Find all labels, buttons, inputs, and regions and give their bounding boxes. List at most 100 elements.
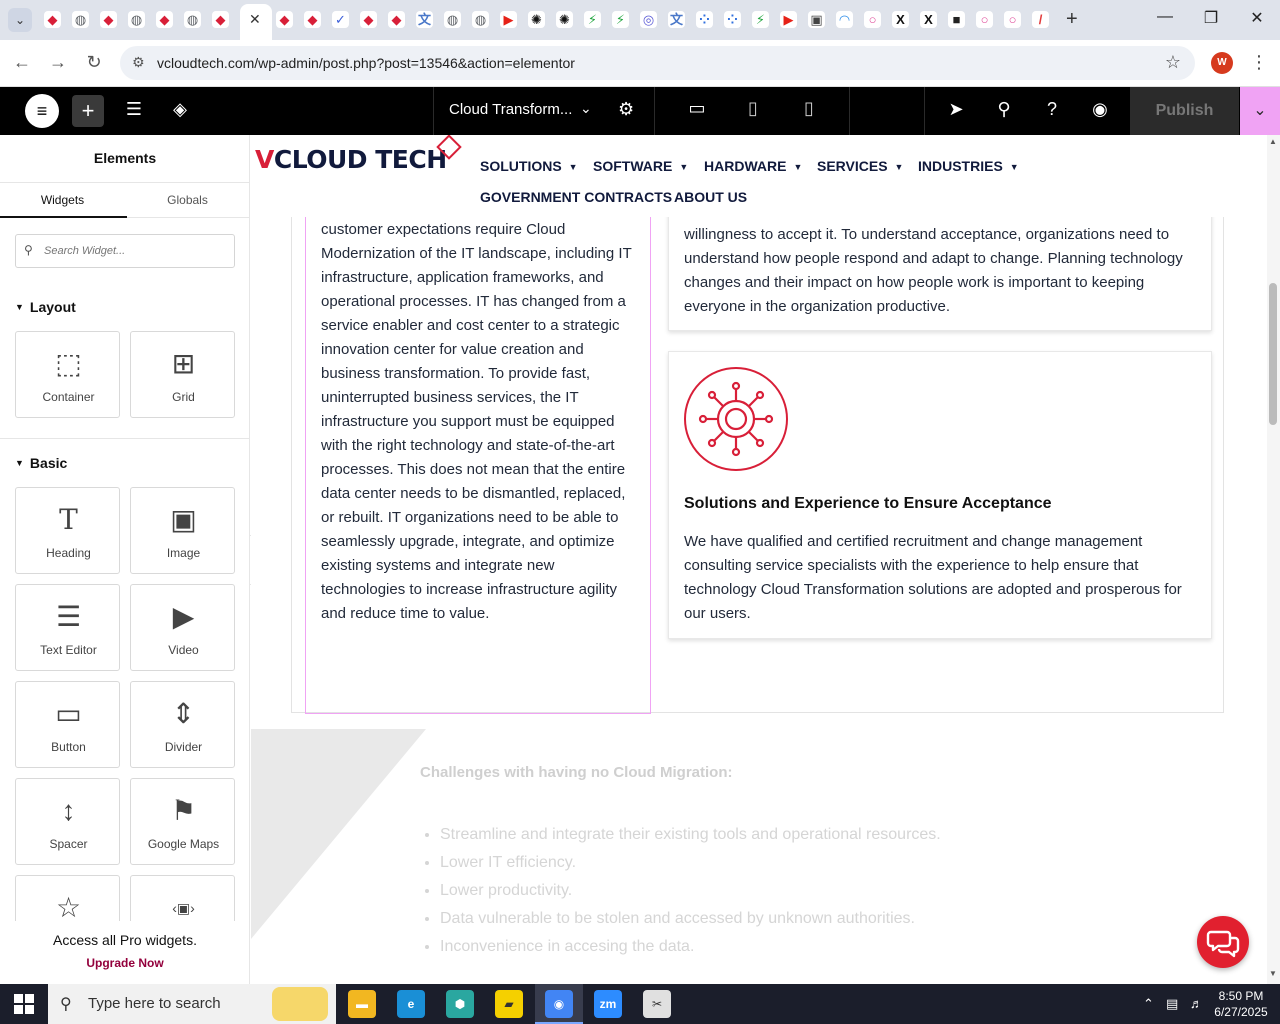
network-icon[interactable]: ▤ [1166,996,1178,1012]
tab-widgets[interactable]: Widgets [0,193,125,207]
canvas-scrollbar[interactable]: ▲ ▼ [1267,135,1280,984]
desktop-view-icon[interactable]: ▭ [677,98,717,124]
menu-item-services[interactable]: SERVICES ▼ [817,158,903,174]
x-icon[interactable]: X [892,11,909,28]
document-settings[interactable]: Cloud Transform... ⌄ ⚙ [433,87,655,135]
bolt-icon[interactable]: ⚡ [752,11,769,28]
red-diamond-icon[interactable]: ◆ [276,11,293,28]
widget-container[interactable]: ⬚ Container [15,331,120,418]
red-diamond-icon[interactable]: ◆ [212,11,229,28]
body-text[interactable]: customer expectations require Cloud Mode… [321,218,641,626]
chrome-icon[interactable]: ◉ [545,990,573,1018]
challenges-section[interactable]: Challenges with having no Cloud Migratio… [251,729,1267,984]
minimize-icon[interactable]: — [1150,8,1180,26]
taskbar-search-placeholder[interactable]: Type here to search [88,995,221,1012]
widget-divider[interactable]: ⇕ Divider [130,681,235,768]
ring-icon[interactable]: ○ [976,11,993,28]
page-settings-gear-icon[interactable]: ⚙ [618,99,634,120]
tablet-view-icon[interactable]: ▯ [733,98,773,124]
forward-icon[interactable]: → [46,52,70,73]
menu-item-solutions[interactable]: SOLUTIONS ▼ [480,158,578,174]
site-logo[interactable]: VCLOUD TECH [255,145,447,174]
challenges-title[interactable]: Challenges with having no Cloud Migratio… [420,764,733,781]
widget-search[interactable]: ⚲ [15,234,235,268]
start-windows-icon[interactable] [14,994,34,1014]
x-icon[interactable]: X [920,11,937,28]
upgrade-now-link[interactable]: Upgrade Now [0,956,249,970]
translate-icon[interactable]: 文 [668,11,685,28]
youtube-icon[interactable]: ▶ [500,11,517,28]
menu-item-about-us[interactable]: ABOUT US [674,189,747,205]
volume-icon[interactable]: ♬ [1190,996,1203,1011]
search-icon[interactable]: ⚲ [990,99,1018,120]
widget-spacer[interactable]: ↕ Spacer [15,778,120,865]
taskbar-search[interactable]: ⚲ Type here to search [48,984,336,1024]
help-icon[interactable]: ? [1038,99,1066,120]
menu-item-industries[interactable]: INDUSTRIES ▼ [918,158,1019,174]
card-text[interactable]: willingness to accept it. To understand … [684,223,1199,319]
challenges-list[interactable]: Streamline and integrate their existing … [440,821,941,961]
widget-google-maps[interactable]: ⚑ Google Maps [130,778,235,865]
mobile-view-icon[interactable]: ▯ [789,98,829,124]
section-layout[interactable]: ▼ Layout [15,299,76,315]
document-name[interactable]: Cloud Transform... [449,101,572,118]
card-text[interactable]: We have qualified and certified recruitm… [684,530,1199,626]
swirl-icon[interactable]: ◎ [640,11,657,28]
elementor-logo-icon[interactable]: ≡ [25,94,59,128]
red-diamond-icon[interactable]: ◆ [304,11,321,28]
scrollbar-thumb[interactable] [1269,283,1277,425]
openai-icon[interactable]: ✺ [556,11,573,28]
site-settings-sliders-icon[interactable]: ☰ [120,99,148,120]
section-basic[interactable]: ▼ Basic [15,455,67,471]
publish-options-chevron-icon[interactable]: ⌄ [1240,87,1280,135]
menu-item-hardware[interactable]: HARDWARE ▼ [704,158,802,174]
reload-icon[interactable]: ↻ [82,52,106,73]
editor-canvas[interactable]: customer expectations require Cloud Mode… [251,135,1267,984]
globe-icon[interactable]: ◍ [128,11,145,28]
youtube-icon[interactable]: ▶ [780,11,797,28]
arc-icon[interactable]: ◠ [836,11,853,28]
widget-search-input[interactable] [44,241,224,261]
openai-icon[interactable]: ✺ [528,11,545,28]
widget-video[interactable]: ▶ Video [130,584,235,671]
bolt-icon[interactable]: ⚡ [584,11,601,28]
globe-icon[interactable]: ◍ [184,11,201,28]
add-element-button[interactable]: + [72,95,104,127]
tray-chevron-up-icon[interactable]: ⌃ [1143,996,1154,1012]
tab-globals[interactable]: Globals [125,193,249,207]
red-diamond-icon[interactable]: ◆ [156,11,173,28]
bookmark-star-icon[interactable]: ☆ [1165,52,1181,73]
menu-item-software[interactable]: SOFTWARE ▼ [593,158,688,174]
sticky-notes-icon[interactable]: ▰ [495,990,523,1018]
red-diamond-icon[interactable]: ◆ [44,11,61,28]
zoom-icon[interactable]: zm [594,990,622,1018]
chevron-down-icon[interactable]: ⌄ [580,100,592,117]
red-diamond-icon[interactable]: ◆ [388,11,405,28]
ring-icon[interactable]: ○ [864,11,881,28]
back-icon[interactable]: ← [10,52,34,73]
globe-icon[interactable]: ◍ [472,11,489,28]
widget-text-editor[interactable]: ☰ Text Editor [15,584,120,671]
widget-heading[interactable]: T Heading [15,487,120,574]
square-logo-icon[interactable]: ■ [948,11,965,28]
menu-item-government-contracts[interactable]: GOVERNMENT CONTRACTS [480,189,672,205]
globe-icon[interactable]: ◍ [72,11,89,28]
publish-button[interactable]: Publish [1130,87,1239,135]
file-explorer-icon[interactable]: ▬ [348,990,376,1018]
browser-menu-icon[interactable]: ⋮ [1250,52,1268,73]
lock-icon[interactable]: ▣ [808,11,825,28]
chat-widget-button[interactable] [1197,916,1249,968]
check-icon[interactable]: ✓ [332,11,349,28]
info-card[interactable]: Solutions and Experience to Ensure Accep… [668,351,1212,639]
url-text[interactable]: vcloudtech.com/wp-admin/post.php?post=13… [157,55,575,71]
scroll-up-icon[interactable]: ▲ [1269,137,1277,146]
restore-icon[interactable]: ❐ [1196,8,1226,28]
preview-eye-icon[interactable]: ◉ [1086,99,1114,120]
widget-button[interactable]: ▭ Button [15,681,120,768]
ring-icon[interactable]: ○ [1004,11,1021,28]
site-info-icon[interactable]: ⚙ [132,54,145,71]
tab-search-chevron-icon[interactable]: ⌄ [8,8,32,32]
system-clock[interactable]: 8:50 PM 6/27/2025 [1204,988,1278,1020]
new-tab-plus-icon[interactable]: + [1066,8,1078,31]
scroll-down-icon[interactable]: ▼ [1269,969,1277,978]
